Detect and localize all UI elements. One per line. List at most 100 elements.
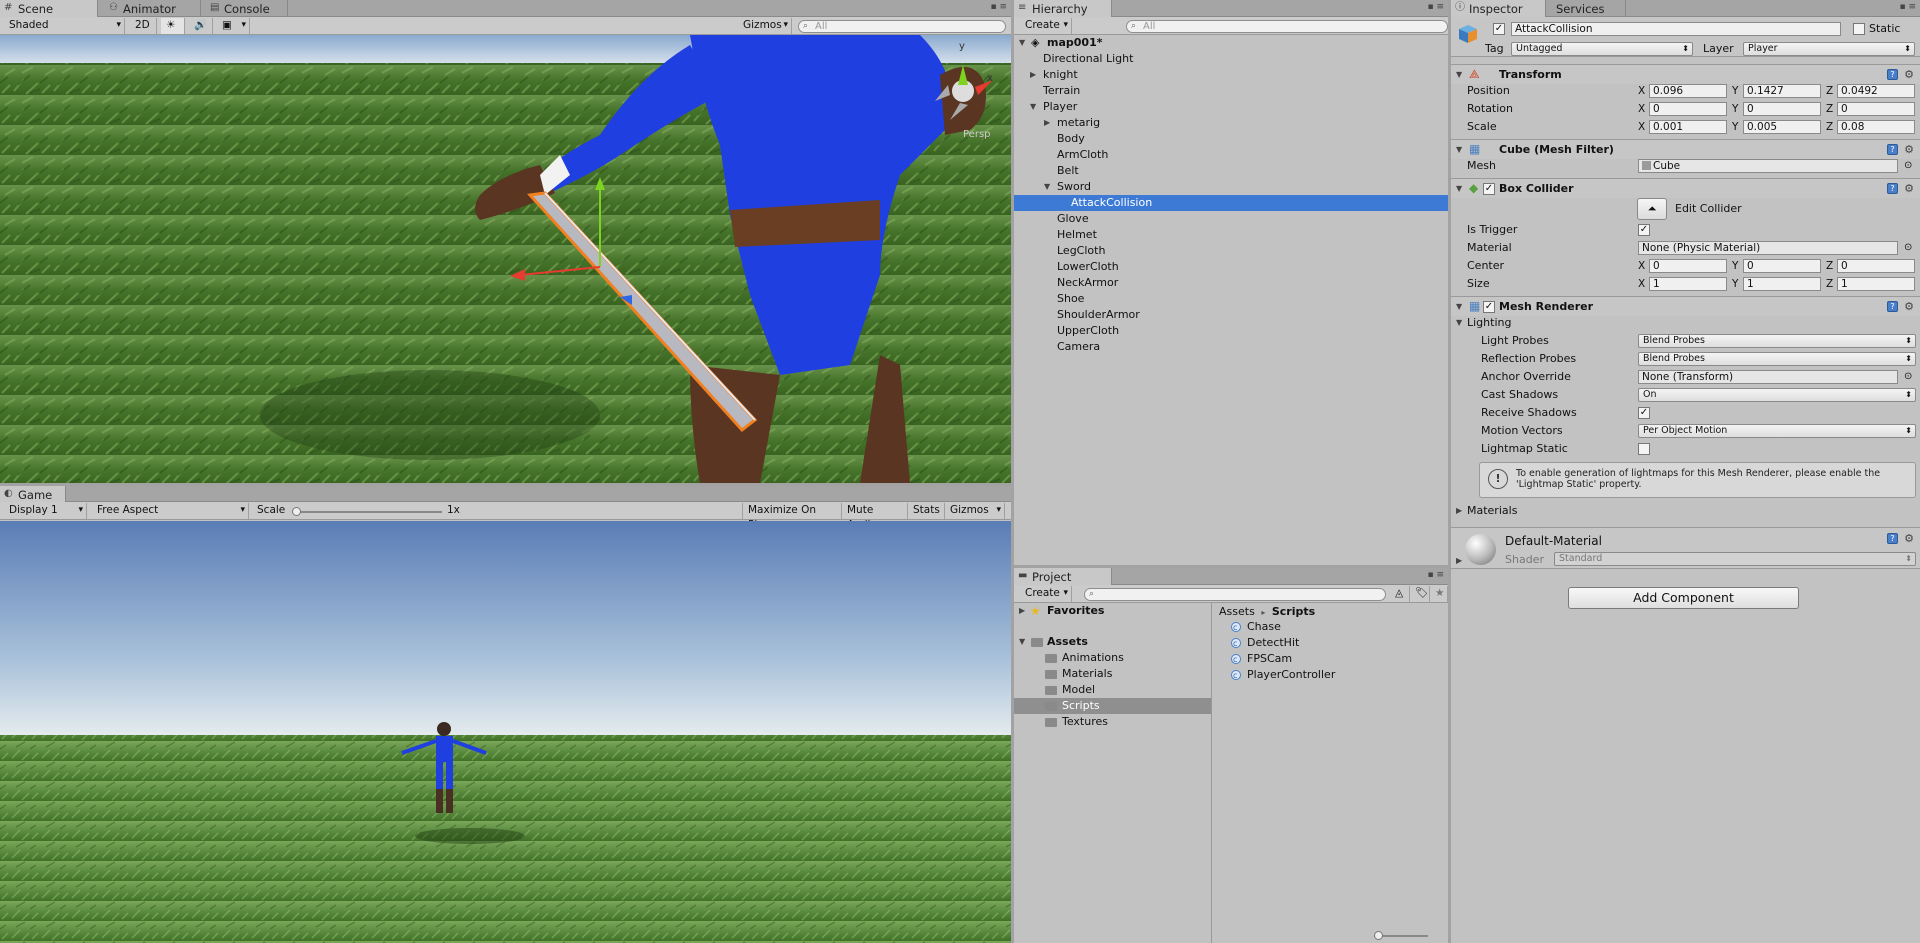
scene-gizmos-dropdown[interactable]: Gizmos xyxy=(738,18,792,34)
breadcrumb-scripts[interactable]: Scripts xyxy=(1272,605,1315,618)
motion-vectors-dropdown[interactable]: Per Object Motion xyxy=(1638,424,1916,438)
add-component-button[interactable]: Add Component xyxy=(1568,587,1799,609)
lightmap-static-checkbox[interactable] xyxy=(1638,443,1650,455)
size-y-field[interactable]: 1 xyxy=(1743,277,1821,291)
tab-services[interactable]: Services xyxy=(1546,0,1626,17)
shading-dropdown[interactable]: Shaded xyxy=(4,18,125,34)
hierarchy-menu-icon[interactable]: ▪ ≡ xyxy=(1427,2,1444,12)
collapse-arrow-icon[interactable]: ▼ xyxy=(1456,184,1462,193)
help-icon[interactable]: ? xyxy=(1887,69,1898,80)
favorite-star-icon[interactable]: ★ xyxy=(1430,586,1448,602)
project-create-dropdown[interactable]: Create xyxy=(1020,586,1072,602)
help-icon[interactable]: ? xyxy=(1887,533,1898,544)
script-file-item[interactable]: PlayerController xyxy=(1213,667,1448,684)
hierarchy-item[interactable]: Helmet xyxy=(1014,227,1448,243)
asset-folder-item[interactable]: Textures xyxy=(1014,714,1211,730)
object-picker-icon[interactable]: ⊙ xyxy=(1904,239,1912,257)
size-x-field[interactable]: 1 xyxy=(1649,277,1727,291)
icon-size-slider[interactable] xyxy=(1374,931,1428,940)
tab-project[interactable]: ▬ Project xyxy=(1014,568,1112,585)
hierarchy-item[interactable]: ▼ Sword xyxy=(1014,179,1448,195)
hierarchy-item[interactable]: Camera xyxy=(1014,339,1448,355)
game-viewport[interactable] xyxy=(0,521,1011,943)
collapse-arrow-icon[interactable]: ▼ xyxy=(1030,99,1036,115)
lighting-foldout[interactable]: ▼ Lighting xyxy=(1451,314,1920,332)
scale-z-field[interactable]: 0.08 xyxy=(1837,120,1915,134)
scale-slider-thumb[interactable] xyxy=(292,507,301,516)
project-search-input[interactable]: ⌕ xyxy=(1084,588,1386,601)
hierarchy-item[interactable]: ▶ metarig xyxy=(1014,115,1448,131)
asset-folder-item[interactable]: Scripts xyxy=(1014,698,1211,714)
mesh-filter-header[interactable]: ▼ ▦ Cube (Mesh Filter) ? ⚙ xyxy=(1451,139,1920,159)
light-probes-dropdown[interactable]: Blend Probes xyxy=(1638,334,1916,348)
tab-console[interactable]: ▤ Console xyxy=(206,0,288,17)
shader-dropdown[interactable]: Standard xyxy=(1554,552,1916,566)
collapse-arrow-icon[interactable]: ▼ xyxy=(1019,35,1025,51)
position-y-field[interactable]: 0.1427 xyxy=(1743,84,1821,98)
mesh-renderer-enabled-checkbox[interactable]: ✓ xyxy=(1483,301,1495,313)
breadcrumb-assets[interactable]: Assets xyxy=(1219,605,1255,618)
collapse-arrow-icon[interactable]: ▼ xyxy=(1456,302,1462,311)
help-icon[interactable]: ? xyxy=(1887,301,1898,312)
box-collider-enabled-checkbox[interactable]: ✓ xyxy=(1483,183,1495,195)
hierarchy-item[interactable]: ▶ knight xyxy=(1014,67,1448,83)
game-gizmos-dropdown[interactable]: Gizmos xyxy=(945,503,1005,519)
stats-button[interactable]: Stats xyxy=(908,503,945,519)
2d-toggle[interactable]: 2D xyxy=(130,18,157,34)
tag-dropdown[interactable]: Untagged xyxy=(1511,42,1693,56)
favorites-item[interactable]: ▶ ★ Favorites xyxy=(1014,603,1211,619)
effects-dropdown-icon[interactable]: ▣ xyxy=(217,18,250,34)
edit-collider-button[interactable]: ⏶ xyxy=(1637,198,1667,220)
collapse-arrow-icon[interactable]: ▼ xyxy=(1019,634,1025,650)
maximize-on-play-button[interactable]: Maximize On Play xyxy=(742,503,842,531)
lighting-toggle-icon[interactable]: ☀ xyxy=(161,18,185,34)
script-file-item[interactable]: Chase xyxy=(1213,619,1448,636)
size-z-field[interactable]: 1 xyxy=(1837,277,1915,291)
mesh-renderer-header[interactable]: ▼ ▦ ✓ Mesh Renderer ? ⚙ xyxy=(1451,296,1920,316)
position-x-field[interactable]: 0.096 xyxy=(1649,84,1727,98)
tab-game[interactable]: ◐ Game xyxy=(0,486,66,503)
cast-shadows-dropdown[interactable]: On xyxy=(1638,388,1916,402)
project-menu-icon[interactable]: ▪ ≡ xyxy=(1427,570,1444,580)
mesh-field[interactable]: Cube xyxy=(1638,159,1898,173)
center-y-field[interactable]: 0 xyxy=(1743,259,1821,273)
script-file-item[interactable]: FPSCam xyxy=(1213,651,1448,668)
object-picker-icon[interactable]: ⊙ xyxy=(1904,157,1912,175)
active-checkbox[interactable]: ✓ xyxy=(1493,23,1505,35)
center-x-field[interactable]: 0 xyxy=(1649,259,1727,273)
anchor-override-field[interactable]: None (Transform) xyxy=(1638,370,1898,384)
transform-header[interactable]: ▼ ⟁ Transform ? ⚙ xyxy=(1451,64,1920,84)
hierarchy-item[interactable]: NeckArmor xyxy=(1014,275,1448,291)
collapse-arrow-icon[interactable]: ▼ xyxy=(1456,145,1462,154)
inspector-menu-icon[interactable]: ▪ ≡ xyxy=(1899,2,1916,12)
hierarchy-item[interactable]: AttackCollision xyxy=(1014,195,1448,211)
scale-slider[interactable] xyxy=(292,507,442,516)
asset-folder-item[interactable]: Animations xyxy=(1014,650,1211,666)
collapse-arrow-icon[interactable]: ▼ xyxy=(1456,314,1462,332)
receive-shadows-checkbox[interactable]: ✓ xyxy=(1638,407,1650,419)
tab-hierarchy[interactable]: ≡ Hierarchy xyxy=(1014,0,1112,17)
scene-search-input[interactable]: ⌕ All xyxy=(798,20,1006,33)
tab-inspector[interactable]: ⓘ Inspector xyxy=(1451,0,1546,17)
hierarchy-item[interactable]: UpperCloth xyxy=(1014,323,1448,339)
position-z-field[interactable]: 0.0492 xyxy=(1837,84,1915,98)
icon-size-slider-thumb[interactable] xyxy=(1374,931,1383,940)
reflection-probes-dropdown[interactable]: Blend Probes xyxy=(1638,352,1916,366)
static-checkbox[interactable] xyxy=(1853,23,1865,35)
rotation-x-field[interactable]: 0 xyxy=(1649,102,1727,116)
asset-folder-item[interactable]: Model xyxy=(1014,682,1211,698)
settings-gear-icon[interactable]: ⚙ xyxy=(1904,300,1914,313)
settings-gear-icon[interactable]: ⚙ xyxy=(1904,182,1914,195)
hierarchy-item[interactable]: Terrain xyxy=(1014,83,1448,99)
hierarchy-item[interactable]: Belt xyxy=(1014,163,1448,179)
settings-gear-icon[interactable]: ⚙ xyxy=(1904,68,1914,81)
center-z-field[interactable]: 0 xyxy=(1837,259,1915,273)
collapse-arrow-icon[interactable]: ▼ xyxy=(1044,179,1050,195)
asset-folder-item[interactable]: Materials xyxy=(1014,666,1211,682)
is-trigger-checkbox[interactable]: ✓ xyxy=(1638,224,1650,236)
expand-arrow-icon[interactable]: ▶ xyxy=(1030,67,1036,83)
scene-viewport[interactable]: y x Persp xyxy=(0,35,1011,483)
expand-arrow-icon[interactable]: ▶ xyxy=(1019,603,1025,619)
layer-dropdown[interactable]: Player xyxy=(1743,42,1915,56)
script-file-item[interactable]: DetectHit xyxy=(1213,635,1448,652)
